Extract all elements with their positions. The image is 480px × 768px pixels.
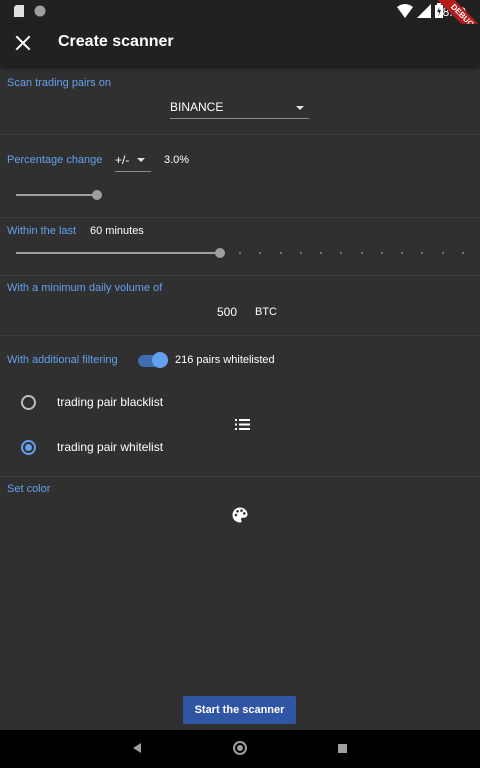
notification-icon (34, 5, 46, 17)
slider-tick (442, 252, 444, 254)
operator-dropdown[interactable]: +/- (115, 153, 151, 172)
navigation-bar (0, 730, 480, 768)
home-icon[interactable] (233, 741, 247, 755)
volume-label: With a minimum daily volume of (7, 282, 163, 294)
back-icon[interactable] (133, 743, 141, 753)
slider-tick (300, 252, 302, 254)
page-title: Create scanner (58, 33, 174, 50)
slider-tick (361, 252, 363, 254)
slider-tick (280, 252, 282, 254)
exchange-section: Scan trading pairs on BINANCE (0, 66, 480, 135)
whitelist-radio[interactable] (21, 440, 36, 455)
wifi-icon (397, 4, 413, 18)
chevron-down-icon (296, 106, 304, 110)
volume-amount-field[interactable]: 500 (217, 305, 237, 319)
timeframe-slider-track[interactable] (16, 252, 220, 254)
color-section: Set color (0, 477, 480, 557)
exchange-label: Scan trading pairs on (7, 77, 111, 89)
percentage-label: Percentage change (7, 154, 103, 166)
slider-tick (421, 252, 423, 254)
timeframe-label: Within the last (7, 225, 77, 237)
blacklist-radio[interactable] (21, 395, 36, 410)
percentage-slider-track[interactable] (16, 194, 98, 196)
slider-tick (381, 252, 383, 254)
slider-tick (239, 252, 241, 254)
slider-tick (340, 252, 342, 254)
timeframe-value: 60 minutes (90, 225, 144, 237)
filtering-label: With additional filtering (7, 354, 118, 366)
volume-currency: BTC (255, 306, 277, 318)
sd-card-icon (14, 5, 24, 17)
percentage-slider-thumb[interactable] (92, 190, 102, 200)
signal-icon (417, 4, 431, 18)
filtering-section: With additional filtering 216 pairs whit… (0, 336, 480, 477)
exchange-dropdown[interactable]: BINANCE (170, 100, 309, 119)
list-icon[interactable] (235, 419, 250, 430)
exchange-value: BINANCE (170, 100, 224, 114)
app-bar: Create scanner (0, 24, 480, 66)
timeframe-section: Within the last 60 minutes (0, 218, 480, 276)
slider-tick (259, 252, 261, 254)
start-scanner-button[interactable]: Start the scanner (183, 696, 296, 724)
slider-tick (401, 252, 403, 254)
blacklist-label[interactable]: trading pair blacklist (57, 395, 163, 409)
timeframe-slider-thumb[interactable] (215, 248, 225, 258)
filtering-summary: 216 pairs whitelisted (175, 354, 275, 366)
operator-value: +/- (115, 153, 130, 167)
chevron-down-icon (137, 158, 145, 162)
close-icon[interactable] (12, 32, 34, 54)
volume-section: With a minimum daily volume of 500 BTC (0, 276, 480, 336)
palette-icon[interactable] (232, 507, 248, 523)
whitelist-label[interactable]: trading pair whitelist (57, 440, 163, 454)
percentage-value: 3.0% (164, 154, 190, 166)
slider-tick (320, 252, 322, 254)
recent-apps-icon[interactable] (338, 744, 347, 753)
status-bar: 8:00 DEBUG (0, 0, 480, 49)
color-label: Set color (7, 483, 51, 495)
slider-tick (462, 252, 464, 254)
filtering-toggle-thumb[interactable] (152, 352, 168, 368)
percentage-section: Percentage change +/- 3.0% (0, 135, 480, 218)
